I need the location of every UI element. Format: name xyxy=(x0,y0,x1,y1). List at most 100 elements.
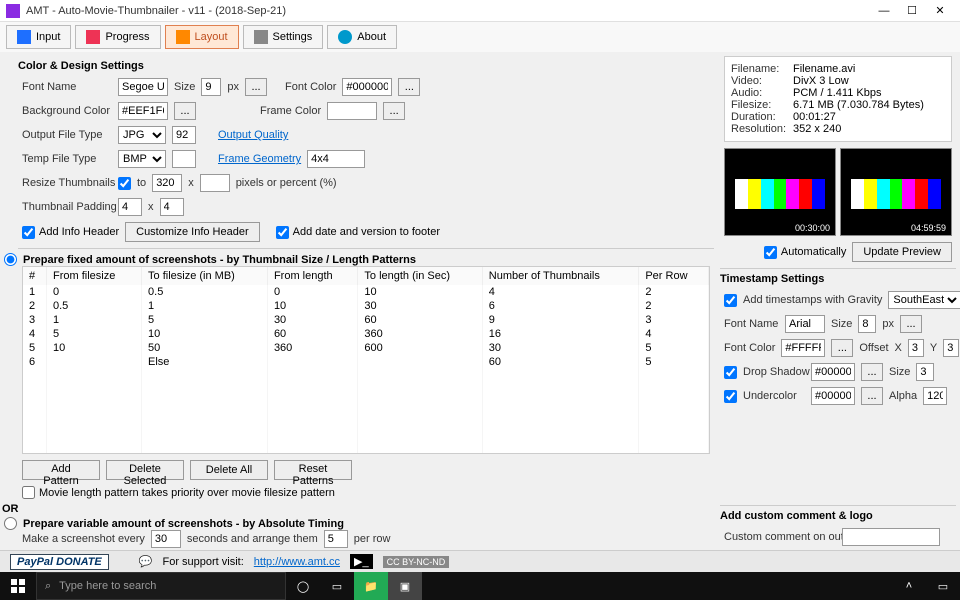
app-icon xyxy=(6,4,20,18)
taskbar: ⌕Type here to search ◯ ▭ 📁 ▣ ˄ ▭ xyxy=(0,572,960,600)
table-row[interactable]: 20.51103062 xyxy=(23,299,709,313)
grid-header[interactable]: To filesize (in MB) xyxy=(142,267,268,285)
maximize-button[interactable]: ☐ xyxy=(898,0,926,22)
tab-about[interactable]: About xyxy=(327,25,397,49)
toolbar: Input Progress Layout Settings About xyxy=(0,22,960,52)
app-taskbar-icon[interactable]: ▣ xyxy=(388,572,422,600)
pad-w-input[interactable] xyxy=(118,198,142,216)
window-title: AMT - Auto-Movie-Thumbnailer - v11 - (20… xyxy=(26,5,870,17)
design-title: Color & Design Settings xyxy=(18,60,710,72)
every-seconds-input[interactable] xyxy=(151,530,181,548)
offset-x-input[interactable] xyxy=(908,339,924,357)
dropshadow-checkbox[interactable] xyxy=(724,366,737,379)
grid-header[interactable]: To length (in Sec) xyxy=(358,267,482,285)
length-priority-checkbox[interactable] xyxy=(22,486,35,499)
gravity-select[interactable]: SouthEast xyxy=(888,291,960,309)
info-header-checkbox[interactable] xyxy=(22,226,35,239)
tab-layout[interactable]: Layout xyxy=(165,25,239,49)
alpha-input[interactable] xyxy=(923,387,947,405)
font-color-picker[interactable]: ... xyxy=(398,78,420,96)
add-pattern-button[interactable]: Add Pattern xyxy=(22,460,100,480)
custom-comment-input[interactable] xyxy=(842,528,940,546)
search-icon: ⌕ xyxy=(45,580,51,593)
offset-y-input[interactable] xyxy=(943,339,959,357)
support-link[interactable]: http://www.amt.cc xyxy=(254,556,340,568)
frame-color-input[interactable] xyxy=(327,102,377,120)
tab-input[interactable]: Input xyxy=(6,25,71,49)
undercolor-input[interactable] xyxy=(811,387,855,405)
close-button[interactable]: ✕ xyxy=(926,0,954,22)
grid-header[interactable]: From filesize xyxy=(46,267,141,285)
grid-header[interactable]: Number of Thumbnails xyxy=(482,267,639,285)
preview-thumb-2: 04:59:59 xyxy=(840,148,952,236)
temp-quality-input[interactable] xyxy=(172,150,196,168)
shadow-color-picker[interactable]: ... xyxy=(861,363,883,381)
resize-height-input[interactable] xyxy=(200,174,230,192)
table-row[interactable]: 6Else605 xyxy=(23,355,709,369)
console-icon[interactable]: ▶_ xyxy=(350,554,373,569)
frame-color-picker[interactable]: ... xyxy=(383,102,405,120)
temp-type-select[interactable]: BMP xyxy=(118,150,166,168)
grid-header[interactable]: From length xyxy=(267,267,357,285)
ts-font-input[interactable] xyxy=(785,315,825,333)
delete-selected-button[interactable]: Delete Selected xyxy=(106,460,184,480)
shadow-size-input[interactable] xyxy=(916,363,934,381)
font-picker-button[interactable]: ... xyxy=(245,78,267,96)
paypal-donate-icon[interactable]: PayPal DONATE xyxy=(10,554,109,570)
font-name-label: Font Name xyxy=(22,81,112,93)
tray-up-icon[interactable]: ˄ xyxy=(892,572,926,600)
taskview-icon[interactable]: ▭ xyxy=(320,572,354,600)
cortana-icon[interactable]: ◯ xyxy=(286,572,320,600)
fixed-title: Prepare fixed amount of screenshots - by… xyxy=(23,254,416,266)
ts-font-picker[interactable]: ... xyxy=(900,315,922,333)
font-color-input[interactable] xyxy=(342,78,392,96)
grid-header[interactable]: Per Row xyxy=(639,267,709,285)
pattern-grid[interactable]: #From filesizeTo filesize (in MB)From le… xyxy=(22,266,710,454)
table-row[interactable]: 451060360164 xyxy=(23,327,709,341)
titlebar: AMT - Auto-Movie-Thumbnailer - v11 - (20… xyxy=(0,0,960,22)
timestamp-title: Timestamp Settings xyxy=(720,273,952,285)
table-row[interactable]: 51050360600305 xyxy=(23,341,709,355)
preview-thumb-1: 00:30:00 xyxy=(724,148,836,236)
undercolor-checkbox[interactable] xyxy=(724,390,737,403)
reset-patterns-button[interactable]: Reset Patterns xyxy=(274,460,352,480)
customize-header-button[interactable]: Customize Info Header xyxy=(125,222,260,242)
undercolor-picker[interactable]: ... xyxy=(861,387,883,405)
delete-all-button[interactable]: Delete All xyxy=(190,460,268,480)
status-bar: PayPal DONATE 💬 For support visit: http:… xyxy=(0,550,960,572)
variable-radio[interactable] xyxy=(4,517,17,530)
font-size-input[interactable] xyxy=(201,78,221,96)
tab-settings[interactable]: Settings xyxy=(243,25,324,49)
fixed-radio[interactable] xyxy=(4,253,17,266)
ts-color-input[interactable] xyxy=(781,339,825,357)
pad-h-input[interactable] xyxy=(160,198,184,216)
font-name-input[interactable] xyxy=(118,78,168,96)
table-row[interactable]: 100.501042 xyxy=(23,285,709,299)
bgcolor-input[interactable] xyxy=(118,102,168,120)
update-preview-button[interactable]: Update Preview xyxy=(852,242,952,262)
timestamps-checkbox[interactable] xyxy=(724,294,737,307)
explorer-icon[interactable]: 📁 xyxy=(354,572,388,600)
notification-icon[interactable]: ▭ xyxy=(926,572,960,600)
resize-width-input[interactable] xyxy=(152,174,182,192)
ts-size-input[interactable] xyxy=(858,315,876,333)
add-date-checkbox[interactable] xyxy=(276,226,289,239)
output-quality-input[interactable] xyxy=(172,126,196,144)
grid-header[interactable]: # xyxy=(23,267,46,285)
table-row[interactable]: 315306093 xyxy=(23,313,709,327)
taskbar-search[interactable]: ⌕Type here to search xyxy=(36,572,286,600)
output-quality-link[interactable]: Output Quality xyxy=(218,129,288,141)
minimize-button[interactable]: — xyxy=(870,0,898,22)
per-row-input[interactable] xyxy=(324,530,348,548)
bgcolor-picker[interactable]: ... xyxy=(174,102,196,120)
variable-title: Prepare variable amount of screenshots -… xyxy=(23,518,344,530)
tab-progress[interactable]: Progress xyxy=(75,25,160,49)
resize-checkbox[interactable] xyxy=(118,177,131,190)
auto-preview-checkbox[interactable] xyxy=(764,246,777,259)
shadow-color-input[interactable] xyxy=(811,363,855,381)
ts-color-picker[interactable]: ... xyxy=(831,339,853,357)
output-type-select[interactable]: JPG xyxy=(118,126,166,144)
frame-geometry-input[interactable] xyxy=(307,150,365,168)
start-button[interactable] xyxy=(0,572,36,600)
frame-geometry-link[interactable]: Frame Geometry xyxy=(218,153,301,165)
